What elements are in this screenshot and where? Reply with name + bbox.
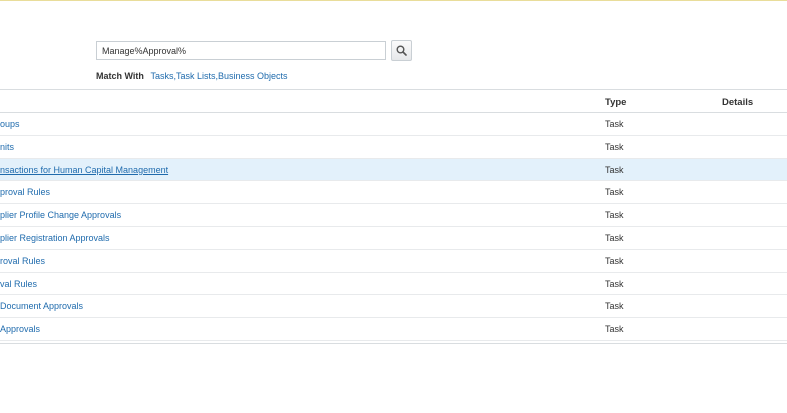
task-type: Task — [605, 141, 624, 152]
table-row[interactable]: plier Profile Change Approvals Task — [0, 204, 787, 227]
table-row[interactable]: nits Task — [0, 136, 787, 159]
task-type: Task — [605, 164, 624, 175]
task-type: Task — [605, 324, 624, 335]
table-row[interactable]: nsactions for Human Capital Management Ta… — [0, 158, 787, 182]
search-input[interactable] — [96, 41, 386, 60]
task-name-link[interactable]: proval Rules — [0, 187, 50, 197]
column-header-details[interactable]: Details — [722, 97, 753, 108]
search-icon — [396, 45, 407, 56]
task-type: Task — [605, 187, 624, 198]
table-row[interactable]: plier Registration Approvals Task — [0, 227, 787, 250]
task-name-link[interactable]: oups — [0, 119, 20, 129]
table-bottom-rule — [0, 341, 787, 344]
table-row[interactable]: proval Rules Task — [0, 181, 787, 205]
task-name-link[interactable]: Document Approvals — [0, 301, 83, 311]
results-table: Type Details oups Task nits Task nsactions f… — [0, 89, 787, 344]
task-name-link[interactable]: nits — [0, 142, 14, 152]
task-name-link[interactable]: Approvals — [0, 324, 40, 334]
column-header-type[interactable]: Type — [605, 97, 626, 108]
table-row[interactable]: val Rules Task — [0, 273, 787, 296]
match-with-row: Match With Tasks,Task Lists,Business Obj… — [96, 71, 288, 81]
table-row[interactable]: Approvals Task — [0, 318, 787, 341]
table-body: oups Task nits Task nsactions for Human Capi… — [0, 113, 787, 341]
search-button[interactable] — [391, 40, 412, 61]
task-type: Task — [605, 119, 624, 129]
task-type: Task — [605, 210, 624, 221]
match-with-value[interactable]: Tasks,Task Lists,Business Objects — [150, 71, 287, 81]
table-row[interactable]: roval Rules Task — [0, 250, 787, 273]
top-divider — [0, 0, 787, 1]
match-with-label: Match With — [96, 71, 144, 81]
task-name-link[interactable]: plier Profile Change Approvals — [0, 210, 121, 220]
task-name-link[interactable]: plier Registration Approvals — [0, 233, 110, 243]
task-type: Task — [605, 301, 624, 312]
table-row[interactable]: oups Task — [0, 113, 787, 136]
table-row[interactable]: Document Approvals Task — [0, 295, 787, 319]
task-name-link[interactable]: nsactions for Human Capital Management — [0, 165, 168, 175]
task-name-link[interactable]: val Rules — [0, 279, 37, 289]
task-type: Task — [605, 255, 624, 266]
task-type: Task — [605, 232, 624, 243]
task-type: Task — [605, 278, 624, 289]
table-header: Type Details — [0, 89, 787, 113]
task-name-link[interactable]: roval Rules — [0, 256, 45, 266]
